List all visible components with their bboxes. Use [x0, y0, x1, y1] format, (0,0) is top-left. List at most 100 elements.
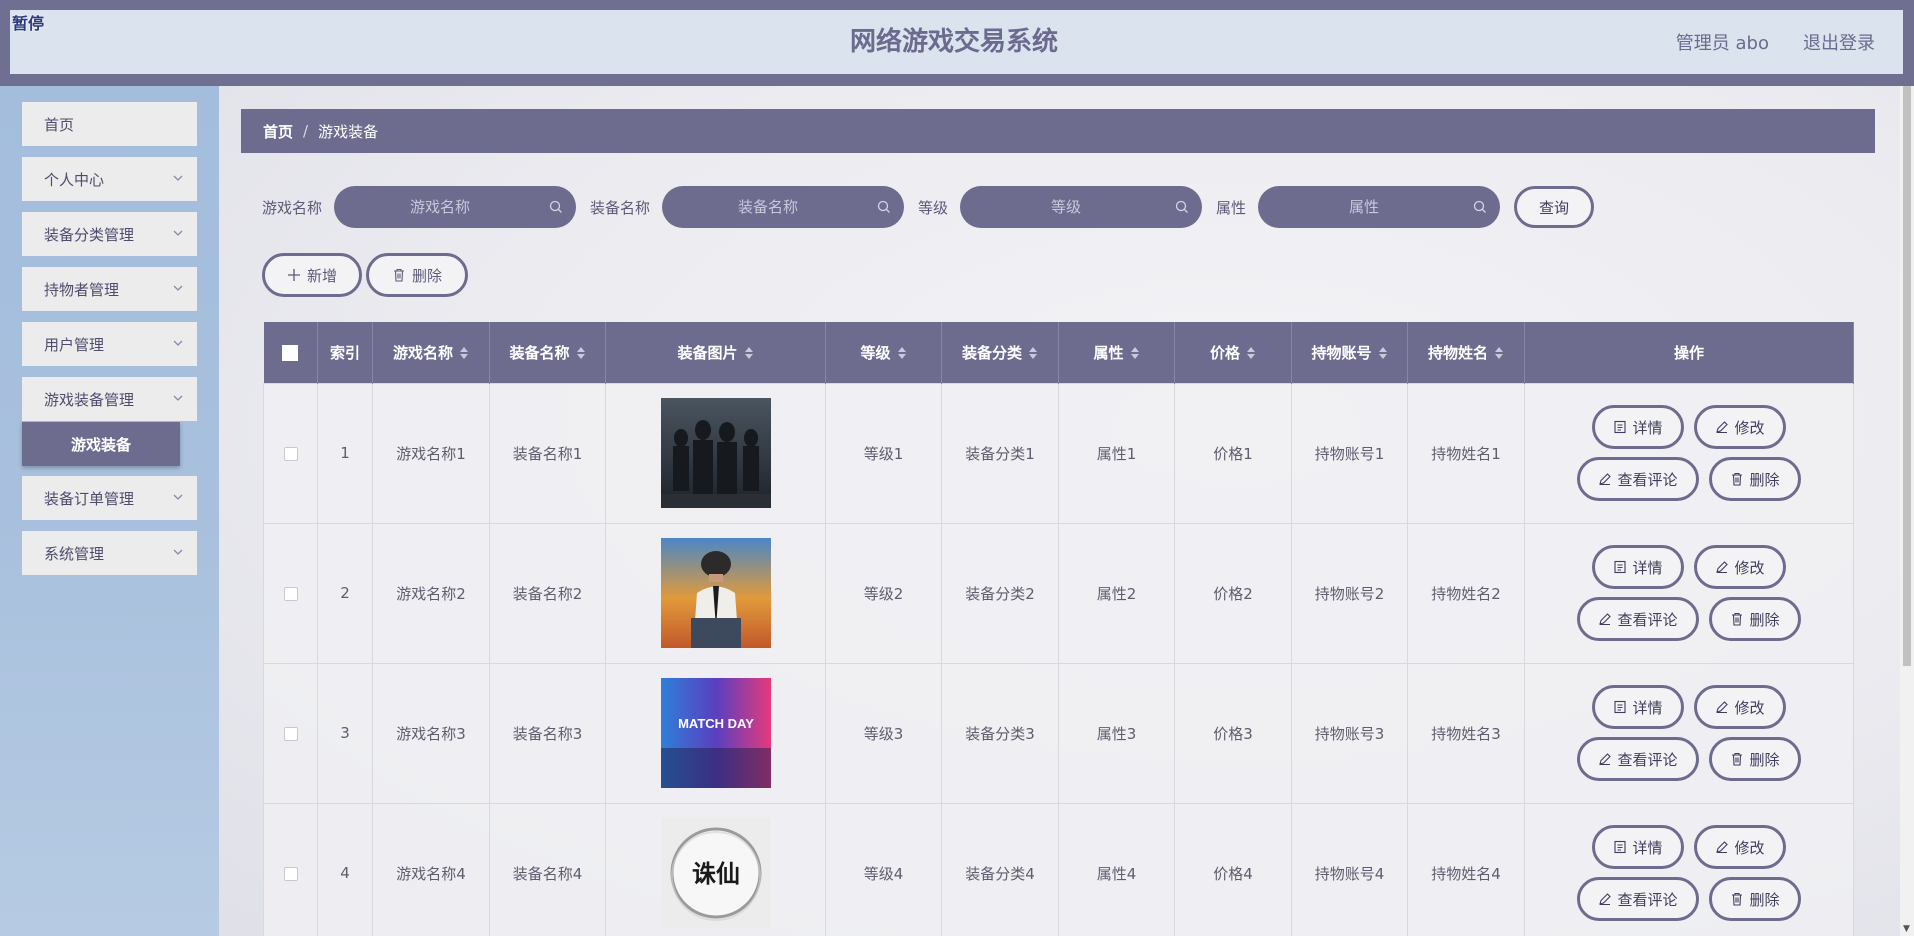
header-user-area: 管理员 abo 退出登录 — [1676, 10, 1875, 74]
col-category[interactable]: 装备分类 — [941, 322, 1059, 383]
sort-icon[interactable] — [1246, 345, 1256, 361]
view-comments-button[interactable]: 查看评论 — [1577, 877, 1699, 921]
batch-delete-button[interactable]: 删除 — [366, 253, 468, 297]
game-name-input[interactable] — [334, 186, 577, 228]
sidebar-item-game-equip-mgmt[interactable]: 游戏装备管理 — [22, 377, 197, 421]
scrollbar-thumb[interactable] — [1903, 86, 1911, 666]
scroll-down-arrow-icon[interactable]: ▼ — [1903, 924, 1910, 934]
cell-index: 4 — [317, 802, 373, 936]
sidebar-item-label: 装备分类管理 — [44, 225, 135, 244]
row-checkbox[interactable] — [283, 446, 298, 461]
edit-button[interactable]: 修改 — [1694, 405, 1786, 449]
add-button[interactable]: 新增 — [262, 253, 362, 297]
view-comments-label: 查看评论 — [1617, 750, 1678, 769]
logout-link[interactable]: 退出登录 — [1803, 29, 1875, 55]
page-scrollbar[interactable]: ▼ — [1900, 86, 1914, 936]
edit-button-label: 修改 — [1734, 558, 1765, 577]
sidebar-item-holder-mgmt[interactable]: 持物者管理 — [22, 267, 197, 311]
edit-button[interactable]: 修改 — [1694, 545, 1786, 589]
level-search-box — [960, 186, 1203, 228]
delete-button[interactable]: 删除 — [1709, 597, 1801, 641]
cell-equip-image — [605, 382, 826, 524]
delete-button[interactable]: 删除 — [1709, 737, 1801, 781]
delete-button[interactable]: 删除 — [1709, 877, 1801, 921]
sort-icon[interactable] — [1130, 345, 1140, 361]
cell-game-name: 游戏名称4 — [372, 802, 490, 936]
sidebar-item-label: 游戏装备管理 — [44, 390, 135, 409]
pencil-icon — [1599, 893, 1612, 906]
document-icon — [1614, 840, 1627, 854]
trash-icon — [1732, 472, 1743, 486]
attr-label: 属性 — [1216, 198, 1247, 217]
edit-button[interactable]: 修改 — [1694, 825, 1786, 869]
edit-button-label: 修改 — [1734, 838, 1765, 857]
select-all-checkbox[interactable] — [282, 344, 299, 361]
view-comments-label: 查看评论 — [1617, 470, 1678, 489]
col-level[interactable]: 等级 — [825, 322, 942, 383]
sort-icon[interactable] — [459, 345, 469, 361]
col-game-name[interactable]: 游戏名称 — [372, 322, 490, 383]
breadcrumb-home[interactable]: 首页 — [263, 121, 293, 142]
sidebar-item-equip-category[interactable]: 装备分类管理 — [22, 212, 197, 256]
col-owner[interactable]: 持物姓名 — [1407, 322, 1525, 383]
pause-label[interactable]: 暂停 — [12, 10, 44, 34]
add-button-label: 新增 — [306, 266, 337, 285]
sort-icon[interactable] — [576, 345, 586, 361]
detail-button[interactable]: 详情 — [1592, 545, 1684, 589]
trash-icon — [393, 268, 404, 282]
col-price[interactable]: 价格 — [1174, 322, 1292, 383]
row-checkbox[interactable] — [283, 586, 298, 601]
delete-button[interactable]: 删除 — [1709, 457, 1801, 501]
col-attr[interactable]: 属性 — [1058, 322, 1175, 383]
detail-button[interactable]: 详情 — [1592, 825, 1684, 869]
cell-account: 持物账号3 — [1291, 662, 1408, 804]
col-label: 装备名称 — [509, 343, 570, 362]
sort-icon[interactable] — [1028, 345, 1038, 361]
cell-owner: 持物姓名2 — [1407, 522, 1525, 664]
row-select-cell — [263, 382, 318, 524]
view-comments-button[interactable]: 查看评论 — [1577, 737, 1699, 781]
cell-equip-name: 装备名称3 — [489, 662, 606, 804]
table-row: 2 游戏名称2 装备名称2 等级2 装备分类2 属性2 价格2 持物账号2 持物姓名2 详情 修改查… — [263, 522, 1854, 664]
equipment-image — [660, 398, 771, 508]
sort-icon[interactable] — [897, 345, 907, 361]
document-icon — [1614, 560, 1627, 574]
sidebar-subitem-game-equip[interactable]: 游戏装备 — [22, 422, 180, 466]
pencil-icon — [1716, 421, 1729, 434]
detail-button[interactable]: 详情 — [1592, 405, 1684, 449]
edit-button-label: 修改 — [1734, 698, 1765, 717]
cell-price: 价格1 — [1174, 382, 1292, 524]
sidebar-item-equip-orders[interactable]: 装备订单管理 — [22, 476, 197, 520]
sidebar-item-user-mgmt[interactable]: 用户管理 — [22, 322, 197, 366]
sort-icon[interactable] — [1494, 345, 1504, 361]
sidebar-subitem-label: 游戏装备 — [70, 435, 131, 454]
sort-icon[interactable] — [1378, 345, 1388, 361]
level-input[interactable] — [960, 186, 1203, 228]
query-button[interactable]: 查询 — [1514, 186, 1595, 228]
sidebar-item-personal-center[interactable]: 个人中心 — [22, 157, 197, 201]
sort-icon[interactable] — [744, 345, 754, 361]
top-header: 网络游戏交易系统 管理员 abo 退出登录 暂停 — [0, 0, 1914, 86]
row-checkbox[interactable] — [283, 726, 298, 741]
edit-button[interactable]: 修改 — [1694, 685, 1786, 729]
cell-account: 持物账号1 — [1291, 382, 1408, 524]
delete-button-label: 删除 — [1749, 890, 1780, 909]
detail-button[interactable]: 详情 — [1592, 685, 1684, 729]
sidebar-item-system-mgmt[interactable]: 系统管理 — [22, 531, 197, 575]
pencil-icon — [1599, 753, 1612, 766]
cell-level: 等级1 — [825, 382, 942, 524]
row-checkbox[interactable] — [283, 866, 298, 881]
chevron-down-icon — [173, 175, 183, 181]
sidebar-item-home[interactable]: 首页 — [22, 102, 197, 146]
pencil-icon — [1716, 561, 1729, 574]
view-comments-button[interactable]: 查看评论 — [1577, 457, 1699, 501]
col-equip-image[interactable]: 装备图片 — [605, 322, 826, 383]
attr-input[interactable] — [1258, 186, 1501, 228]
view-comments-button[interactable]: 查看评论 — [1577, 597, 1699, 641]
cell-ops: 详情 修改查看评论 删除 — [1524, 802, 1854, 936]
col-equip-name[interactable]: 装备名称 — [489, 322, 606, 383]
col-account[interactable]: 持物账号 — [1291, 322, 1408, 383]
cell-account: 持物账号4 — [1291, 802, 1408, 936]
equip-name-input[interactable] — [662, 186, 905, 228]
col-index-label: 索引 — [329, 343, 360, 362]
